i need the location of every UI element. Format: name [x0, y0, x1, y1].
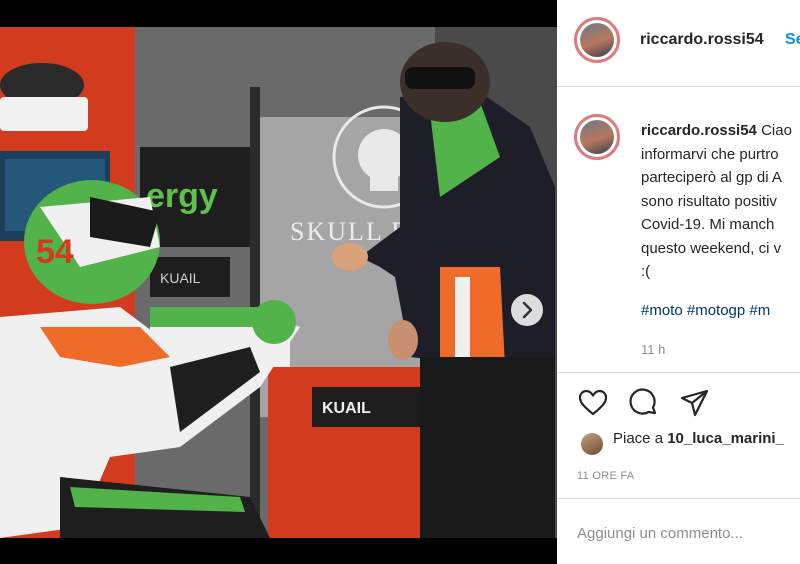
caption-time[interactable]: 11 h: [641, 342, 665, 357]
post-timestamp[interactable]: 11 ORE FA: [577, 470, 635, 482]
caption-line: :(: [641, 263, 651, 280]
divider: [557, 498, 800, 499]
photo-rider-number: 54: [36, 233, 74, 271]
post-header: riccardo.rossi54 Se: [557, 0, 800, 87]
divider: [557, 372, 800, 373]
post-photo[interactable]: ergy SKULL RIDE KUAIL KUAIL 54: [0, 27, 557, 538]
caption-line: parteciperò al gp di A: [641, 169, 782, 186]
author-avatar[interactable]: [574, 17, 620, 63]
caption-avatar[interactable]: [574, 114, 620, 160]
heart-icon[interactable]: [577, 387, 609, 419]
author-username[interactable]: riccardo.rossi54: [640, 31, 764, 49]
liker-avatar[interactable]: [581, 433, 603, 455]
photo-kuail-text: KUAIL: [322, 400, 371, 417]
likes-prefix: Piace a: [613, 430, 668, 447]
photo-scene: ergy SKULL RIDE KUAIL KUAIL 54: [0, 27, 557, 538]
post-side-panel: riccardo.rossi54 Se riccardo.rossi54 Cia…: [557, 0, 800, 564]
caption-line: questo weekend, ci v: [641, 239, 782, 257]
caption-line: informarvi che purtro: [641, 145, 779, 163]
photo-kuail-text-2: KUAIL: [160, 270, 201, 286]
photo-sponsor-text: ergy: [146, 177, 218, 215]
chevron-right-icon: [522, 301, 533, 319]
hashtags[interactable]: #moto #motogp #m: [641, 302, 770, 319]
share-icon[interactable]: [679, 387, 711, 419]
caption: riccardo.rossi54 Ciao informarvi che pur…: [641, 119, 800, 284]
liker-username[interactable]: 10_luca_marini_: [667, 430, 784, 447]
comment-icon[interactable]: [628, 387, 660, 419]
caption-line: Covid-19. Mi manch: [641, 216, 775, 233]
follow-button[interactable]: Se: [785, 31, 800, 49]
likes-summary: Piace a 10_luca_marini_: [613, 430, 784, 447]
next-photo-button[interactable]: [511, 294, 543, 326]
comment-input[interactable]: Aggiungi un commento...: [577, 525, 743, 542]
caption-line: Ciao: [761, 122, 792, 139]
caption-line: sono risultato positiv: [641, 192, 777, 210]
caption-username[interactable]: riccardo.rossi54: [641, 122, 757, 139]
